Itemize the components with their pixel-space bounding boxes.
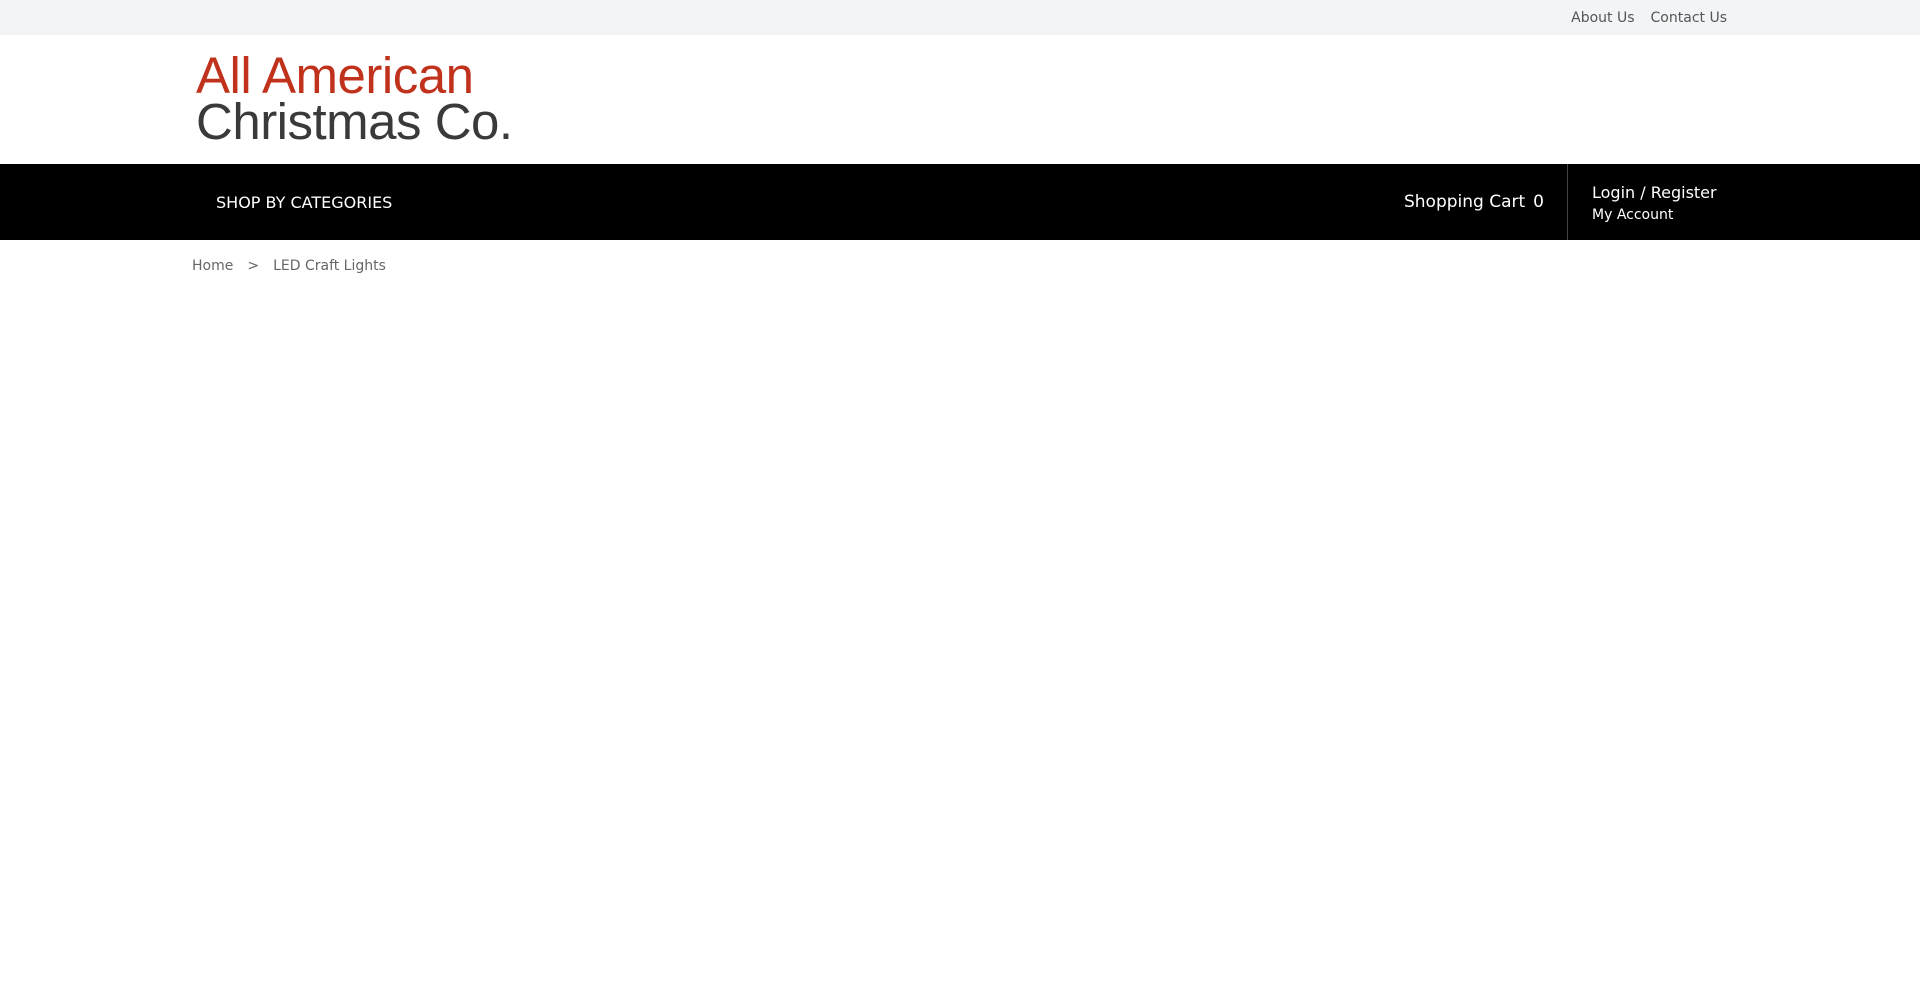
shop-by-categories-menu[interactable]: SHOP BY CATEGORIES [216, 164, 392, 240]
my-account-link[interactable]: My Account [1592, 205, 1717, 225]
about-us-link[interactable]: About Us [1571, 10, 1634, 26]
breadcrumb-home-link[interactable]: Home [192, 258, 233, 274]
top-utility-bar: About Us Contact Us [0, 0, 1920, 35]
login-register-link[interactable]: Login / Register [1592, 183, 1717, 203]
shopping-cart-button[interactable]: Shopping Cart 0 [1404, 164, 1544, 240]
top-links: About Us Contact Us [1571, 0, 1727, 35]
nav-divider [1567, 164, 1568, 240]
breadcrumb-current: LED Craft Lights [273, 258, 386, 274]
breadcrumb-separator: > [247, 258, 260, 274]
site-logo[interactable]: All American Christmas Co. [196, 50, 513, 153]
contact-us-link[interactable]: Contact Us [1651, 10, 1727, 26]
site-header: All American Christmas Co. [0, 35, 1920, 164]
logo-line-2: Christmas Co. [196, 93, 513, 150]
cart-count-badge: 0 [1533, 192, 1544, 212]
main-navbar: SHOP BY CATEGORIES Shopping Cart 0 Login… [0, 164, 1920, 240]
account-area: Login / Register My Account [1592, 183, 1717, 225]
shopping-cart-label: Shopping Cart [1403, 192, 1526, 212]
breadcrumb: Home > LED Craft Lights [192, 258, 386, 274]
